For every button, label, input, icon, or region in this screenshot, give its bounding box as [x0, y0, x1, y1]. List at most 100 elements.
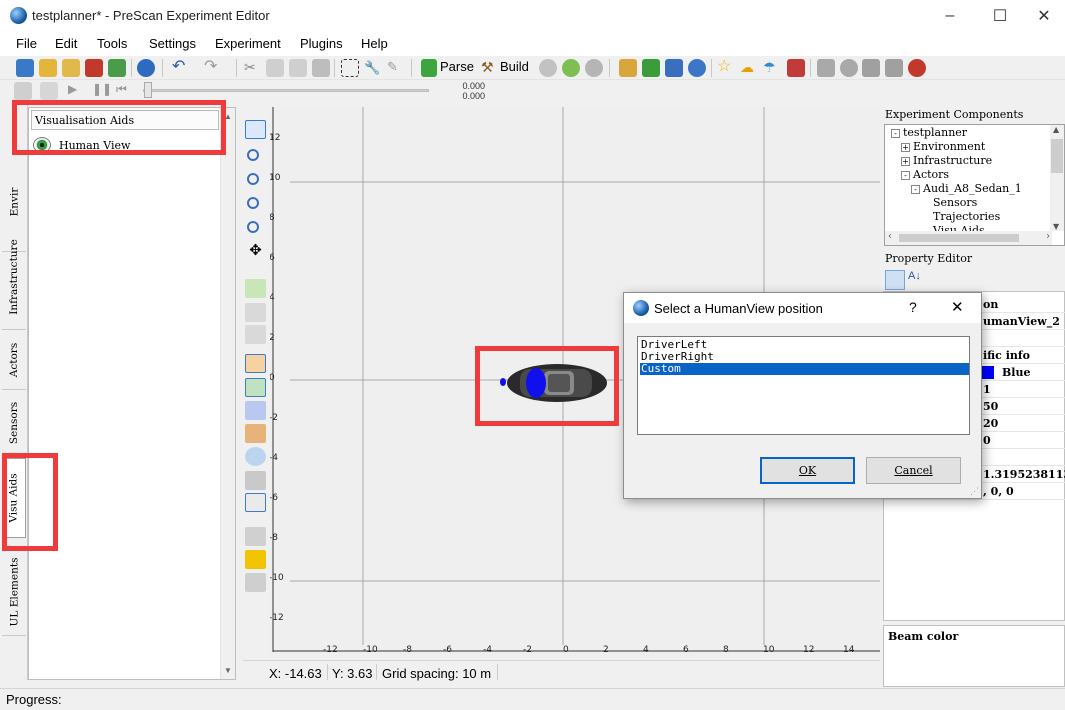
copy-icon[interactable] — [266, 59, 284, 77]
tab-visu-aids[interactable]: Visu Aids — [2, 458, 26, 538]
ruler-icon[interactable] — [619, 59, 637, 77]
ok-button[interactable]: OK — [760, 457, 855, 484]
zoom-fit-icon[interactable] — [245, 219, 266, 238]
curve-icon[interactable] — [245, 303, 266, 322]
menu-tools[interactable]: Tools — [97, 36, 127, 51]
build-icon[interactable]: ⚒ — [481, 59, 499, 77]
sphere-icon[interactable] — [585, 59, 603, 77]
pattern-icon[interactable] — [245, 493, 266, 512]
expand-icon[interactable]: + — [901, 156, 910, 166]
open-recent-icon[interactable] — [62, 59, 80, 77]
vehicle-icon[interactable] — [862, 59, 880, 77]
layers-icon[interactable] — [245, 447, 266, 466]
car-audi-a8[interactable] — [500, 363, 608, 403]
tab-ul-elements[interactable]: UL Elements — [2, 548, 26, 636]
tree-node[interactable]: - Actors — [901, 168, 949, 181]
color-icon[interactable] — [245, 550, 266, 569]
build-button[interactable]: Build — [500, 59, 529, 74]
bug-icon[interactable] — [908, 59, 926, 77]
resize-grip-icon[interactable]: ⋰ — [970, 486, 979, 497]
menu-plugins[interactable]: Plugins — [300, 36, 343, 51]
zoom-window-icon[interactable] — [245, 147, 266, 166]
dome-icon[interactable] — [245, 471, 266, 490]
record-icon[interactable] — [14, 82, 32, 100]
close-button[interactable]: ✕ — [1021, 0, 1065, 32]
dialog-help-button[interactable]: ? — [909, 299, 917, 315]
tree-vscrollbar[interactable]: ▲ ▼ — [1050, 125, 1064, 231]
arc-icon[interactable] — [245, 573, 266, 592]
globe-green-icon[interactable] — [562, 59, 580, 77]
panel-scrollbar[interactable]: ▲ ▼ — [220, 108, 235, 679]
menu-help[interactable]: Help — [361, 36, 388, 51]
pan-icon[interactable]: ✥ — [245, 241, 266, 260]
check-icon[interactable] — [642, 59, 660, 77]
rewind-icon[interactable]: ⏮ — [116, 82, 134, 100]
menu-file[interactable]: File — [16, 36, 37, 51]
sensor-blue-icon[interactable] — [245, 401, 266, 420]
sensor-orange-icon[interactable] — [245, 354, 266, 373]
weather-icon[interactable]: ☁ — [740, 59, 758, 77]
zoom-out-icon[interactable] — [245, 195, 266, 214]
undo-icon[interactable]: ↶ — [172, 59, 190, 77]
redo-icon[interactable]: ↷ — [204, 59, 222, 77]
collapse-icon[interactable]: - — [911, 184, 920, 194]
chart-icon[interactable] — [787, 59, 805, 77]
delete-icon[interactable] — [312, 59, 330, 77]
tree-node[interactable]: + Environment — [901, 140, 985, 153]
select-all-icon[interactable] — [341, 59, 359, 77]
draw-path-icon[interactable] — [245, 279, 266, 298]
tree-node[interactable]: Trajectories — [921, 210, 1000, 223]
help-icon[interactable] — [137, 59, 155, 77]
human-view-item[interactable]: Human View — [33, 135, 213, 155]
save-as-icon[interactable] — [108, 59, 126, 77]
dots-icon[interactable] — [245, 527, 266, 546]
node-icon[interactable] — [245, 325, 266, 344]
tree-node[interactable]: - Audi_A8_Sedan_1 — [911, 182, 1022, 195]
tab-actors[interactable]: Actors — [2, 330, 26, 390]
tree-scroll-right-icon[interactable]: › — [1046, 231, 1050, 242]
minimize-button[interactable]: – — [927, 0, 973, 32]
parse-icon[interactable] — [421, 59, 437, 77]
pen-icon[interactable]: ✎ — [387, 59, 405, 77]
parse-button[interactable]: Parse — [440, 59, 474, 74]
sensor-grid-icon[interactable] — [245, 424, 266, 443]
collapse-icon[interactable]: - — [901, 170, 910, 180]
option-custom[interactable]: Custom — [640, 363, 969, 375]
tree-scroll-left-icon[interactable]: ‹ — [888, 231, 892, 242]
menu-edit[interactable]: Edit — [55, 36, 77, 51]
tree-hscrollbar[interactable]: ‹ › — [885, 231, 1052, 245]
menu-settings[interactable]: Settings — [149, 36, 196, 51]
paste-icon[interactable] — [289, 59, 307, 77]
tree-scroll-thumb[interactable] — [1051, 139, 1063, 173]
save-icon[interactable] — [85, 59, 103, 77]
categorized-view-icon[interactable] — [885, 270, 905, 290]
open-icon[interactable] — [39, 59, 57, 77]
zoom-in-icon[interactable] — [245, 171, 266, 190]
tool-grey-icon[interactable] — [840, 59, 858, 77]
globe-grey-icon[interactable] — [539, 59, 557, 77]
menu-experiment[interactable]: Experiment — [215, 36, 281, 51]
expand-icon[interactable]: + — [901, 142, 910, 152]
new-icon[interactable] — [16, 59, 34, 77]
tree-hscroll-thumb[interactable] — [899, 234, 1019, 242]
option-driver-right[interactable]: DriverRight — [640, 351, 969, 363]
maximize-button[interactable]: ☐ — [977, 0, 1023, 32]
align-icon[interactable] — [817, 59, 835, 77]
cut-icon[interactable]: ✂ — [244, 59, 262, 77]
cancel-button[interactable]: Cancel — [866, 457, 961, 484]
tree-node[interactable]: Sensors — [921, 196, 977, 209]
sensor-green-icon[interactable] — [245, 378, 266, 397]
tree-node[interactable]: + Infrastructure — [901, 154, 992, 167]
export-icon[interactable] — [885, 59, 903, 77]
dialog-close-button[interactable]: ✕ — [951, 298, 964, 316]
tree-scroll-down-icon[interactable]: ▼ — [1053, 222, 1059, 231]
tree-scroll-up-icon[interactable]: ▲ — [1053, 125, 1059, 134]
sort-az-icon[interactable]: A↓ — [908, 270, 928, 290]
play-icon[interactable]: ▶ — [68, 82, 86, 100]
scroll-down-icon[interactable]: ▼ — [224, 666, 232, 675]
clock-icon[interactable] — [688, 59, 706, 77]
collapse-icon[interactable]: - — [891, 128, 900, 138]
star-icon[interactable]: ☆ — [717, 59, 735, 77]
tab-sensors[interactable]: Sensors — [2, 392, 26, 454]
step-icon[interactable] — [40, 82, 58, 100]
